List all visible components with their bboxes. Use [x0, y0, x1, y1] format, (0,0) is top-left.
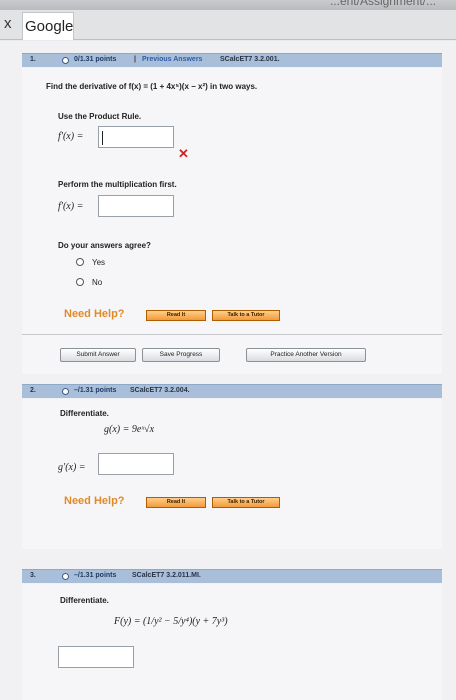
question-1-header: 1. 0/1.31 points | Previous Answers SCal…	[22, 53, 442, 67]
expand-icon[interactable]	[62, 573, 69, 580]
divider	[22, 334, 442, 335]
points-label: –/1.31 points	[74, 387, 117, 394]
read-it-button[interactable]: Read It	[146, 310, 206, 321]
url-fragment: ...ent/Assignment/...	[329, 0, 436, 8]
practice-another-version-button[interactable]: Practice Another Version	[246, 348, 366, 362]
need-help-label: Need Help?	[64, 495, 125, 507]
answer-label: g′(x) =	[58, 462, 86, 473]
question-prompt: Find the derivative of f(x) = (1 + 4x⁵)(…	[46, 82, 258, 91]
radio-yes[interactable]	[76, 258, 84, 266]
instruction: Differentiate.	[60, 596, 109, 605]
points-label: –/1.31 points	[74, 572, 117, 579]
talk-to-tutor-button[interactable]: Talk to a Tutor	[212, 497, 280, 508]
close-tab-icon[interactable]: x	[4, 15, 12, 32]
agree-question: Do your answers agree?	[58, 241, 151, 250]
part2-answer-label: f′(x) =	[58, 201, 84, 212]
tab-google[interactable]: Google	[22, 12, 74, 40]
answer-input[interactable]	[98, 453, 174, 475]
question-1-body: Find the derivative of f(x) = (1 + 4x⁵)(…	[22, 68, 442, 374]
answer-input[interactable]	[58, 646, 134, 668]
points-label: 0/1.31 points	[74, 56, 117, 63]
submit-answer-button[interactable]: Submit Answer	[60, 348, 136, 362]
separator: |	[134, 56, 136, 63]
question-3-header: 3. –/1.31 points SCalcET7 3.2.011.MI.	[22, 569, 442, 583]
question-3-body: Differentiate. F(y) = (1/y² − 5/y⁴)(y + …	[22, 584, 442, 700]
function-expression: g(x) = 9eˣ√x	[104, 424, 155, 435]
radio-no-label: No	[92, 278, 103, 287]
part1-answer-input[interactable]	[98, 126, 174, 148]
expand-icon[interactable]	[62, 57, 69, 64]
previous-answers-link[interactable]: Previous Answers	[142, 56, 202, 63]
tab-strip: x Google	[0, 10, 456, 40]
question-number: 3.	[30, 572, 36, 579]
expand-icon[interactable]	[62, 388, 69, 395]
text-cursor	[102, 131, 103, 145]
question-code: SCalcET7 3.2.004.	[130, 387, 190, 394]
talk-to-tutor-button[interactable]: Talk to a Tutor	[212, 310, 280, 321]
read-it-button[interactable]: Read It	[146, 497, 206, 508]
question-2-header: 2. –/1.31 points SCalcET7 3.2.004.	[22, 384, 442, 398]
radio-no[interactable]	[76, 278, 84, 286]
question-code: SCalcET7 3.2.001.	[220, 56, 280, 63]
part1-label: Use the Product Rule.	[58, 112, 142, 121]
browser-top-bar: ...ent/Assignment/...	[0, 0, 456, 10]
function-expression: F(y) = (1/y² − 5/y⁴)(y + 7y³)	[114, 616, 228, 627]
assignment-content: 1. 0/1.31 points | Previous Answers SCal…	[0, 41, 456, 700]
question-number: 1.	[30, 56, 36, 63]
incorrect-x-icon: ✕	[178, 146, 189, 161]
part1-answer-label: f′(x) =	[58, 131, 84, 142]
instruction: Differentiate.	[60, 409, 109, 418]
question-number: 2.	[30, 387, 36, 394]
part2-answer-input[interactable]	[98, 195, 174, 217]
radio-yes-label: Yes	[92, 258, 106, 267]
save-progress-button[interactable]: Save Progress	[142, 348, 220, 362]
need-help-label: Need Help?	[64, 308, 125, 320]
question-code: SCalcET7 3.2.011.MI.	[132, 572, 201, 579]
question-2-body: Differentiate. g(x) = 9eˣ√x g′(x) = Need…	[22, 399, 442, 549]
part2-label: Perform the multiplication first.	[58, 180, 177, 189]
